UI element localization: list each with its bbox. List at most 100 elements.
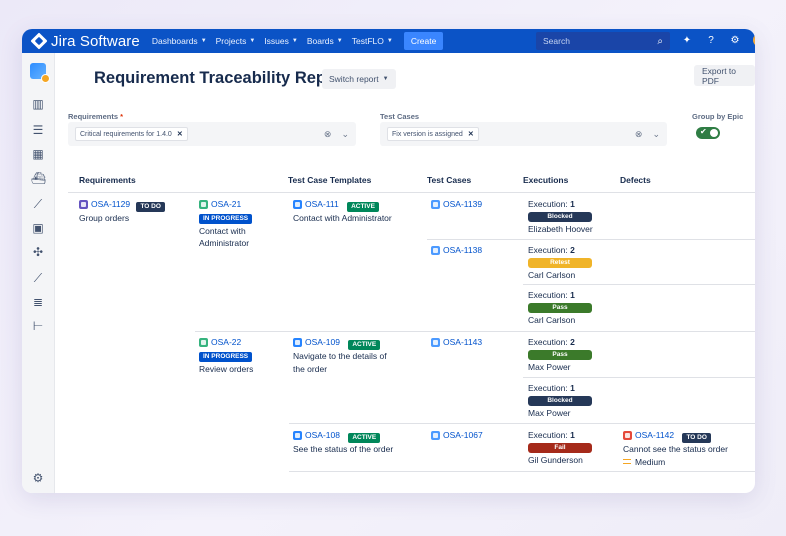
status-badge: ACTIVE <box>348 339 381 350</box>
export-pdf-button[interactable]: Export to PDF <box>694 65 755 86</box>
components-icon[interactable]: ✣ <box>31 245 45 259</box>
clear-icon[interactable]: ⊗ <box>635 129 643 140</box>
story-icon <box>199 337 208 347</box>
test-case-row: OSA-1143 <box>431 336 482 350</box>
test-case-link[interactable]: OSA-1139 <box>431 198 482 211</box>
execution-status[interactable]: Retest <box>528 257 592 268</box>
requirements-filter[interactable]: Critical requirements for 1.4.0 ✕ ⊗ ⌄ <box>68 122 356 146</box>
status-badge: IN PROGRESS <box>199 214 253 225</box>
col-executions[interactable]: Executions <box>523 175 568 185</box>
col-test-cases[interactable]: Test Cases <box>427 175 471 185</box>
story-link[interactable]: OSA-22 <box>199 336 241 349</box>
nav-projects[interactable]: Projects ▼ <box>216 36 256 46</box>
board-icon[interactable]: ▦ <box>31 147 45 161</box>
row-divider <box>523 284 755 285</box>
layers-icon[interactable]: ☰ <box>31 123 45 137</box>
row-divider <box>427 239 755 240</box>
testcases-chip: Fix version is assigned ✕ <box>387 127 479 141</box>
test-case-row: OSA-1138 <box>431 244 482 258</box>
row-divider <box>195 331 755 332</box>
create-button[interactable]: Create <box>403 32 444 50</box>
test-case-link[interactable]: OSA-1067 <box>431 429 483 442</box>
template-icon <box>293 430 302 440</box>
jira-logo-icon <box>30 32 48 50</box>
hierarchy-icon[interactable]: ⊢ <box>31 319 45 333</box>
story-summary-cont: Administrator <box>199 238 250 249</box>
sidebar: ▥ ☰ ▦ ⛴ ⟋ ▣ ✣ ⟋ ≣ ⊢ ⚙ <box>22 53 55 493</box>
settings-icon[interactable]: ⚙ <box>31 471 45 485</box>
reports-icon[interactable]: ⟋ <box>31 197 45 211</box>
story-row: OSA-22 IN PROGRESS Review orders <box>199 336 253 375</box>
nav-boards[interactable]: Boards ▼ <box>307 36 343 46</box>
col-requirements[interactable]: Requirements <box>79 175 136 185</box>
defect-link[interactable]: OSA-1142 <box>623 429 674 442</box>
story-summary: Contact with <box>199 225 246 236</box>
execution-row: Execution: 2 Retest Carl Carlson <box>528 244 592 281</box>
testcases-filter[interactable]: Fix version is assigned ✕ ⊗ ⌄ <box>380 122 667 146</box>
gear-icon[interactable]: ⚙ <box>729 35 741 46</box>
search-input[interactable]: Search ⌕ <box>536 32 670 50</box>
toggle-knob <box>710 129 718 137</box>
template-link[interactable]: OSA-108 <box>293 429 340 442</box>
execution-status[interactable]: Pass <box>528 349 592 360</box>
app-window: Jira Software Dashboards ▼ Projects ▼ Issu… <box>22 29 755 493</box>
chart-icon[interactable]: ⟋ <box>31 271 45 285</box>
chevron-down-icon[interactable]: ⌄ <box>341 129 349 140</box>
clear-icon[interactable]: ⊗ <box>324 129 332 140</box>
project-avatar[interactable] <box>30 63 50 83</box>
execution-status[interactable]: Blocked <box>528 395 592 406</box>
nav-dashboards[interactable]: Dashboards ▼ <box>152 36 207 46</box>
group-by-epic-label: Group by Epic <box>692 112 744 121</box>
epic-row: OSA-1129 TO DO Group orders <box>79 198 165 225</box>
execution-row: Execution: 1 Fail Gil Gunderson <box>528 429 592 466</box>
search-icon: ⌕ <box>657 35 663 47</box>
user-avatar[interactable] <box>753 33 755 47</box>
page-title: Requirement Traceability Report <box>94 69 348 87</box>
template-link[interactable]: OSA-109 <box>293 336 340 349</box>
test-case-icon <box>431 430 440 440</box>
remove-chip-icon[interactable]: ✕ <box>468 130 474 138</box>
search-placeholder: Search <box>543 36 570 46</box>
group-by-epic-toggle[interactable]: ✔ <box>696 127 720 139</box>
execution-user: Gil Gunderson <box>528 454 583 465</box>
test-case-link[interactable]: OSA-1143 <box>431 336 482 349</box>
status-badge: TO DO <box>136 201 165 212</box>
help-icon[interactable]: ? <box>705 35 717 46</box>
backlog-icon[interactable]: ▥ <box>31 97 45 111</box>
header-divider <box>68 192 755 193</box>
template-row: OSA-109 ACTIVE Navigate to the details o… <box>293 336 387 375</box>
remove-chip-icon[interactable]: ✕ <box>177 130 183 138</box>
defect-row: OSA-1142 TO DO Cannot see the status ord… <box>623 429 728 468</box>
notifications-icon[interactable]: ✦ <box>681 35 693 46</box>
project-badge <box>41 74 50 83</box>
template-link[interactable]: OSA-111 <box>293 198 339 211</box>
template-summary: Navigate to the details of <box>293 351 387 362</box>
test-plan-icon[interactable]: ▣ <box>31 221 45 235</box>
epic-icon <box>79 199 88 209</box>
nav-testflo[interactable]: TestFLO ▼ <box>352 36 393 46</box>
test-case-link[interactable]: OSA-1138 <box>431 244 482 257</box>
chevron-down-icon: ▼ <box>336 38 343 44</box>
execution-status[interactable]: Pass <box>528 302 592 313</box>
execution-status[interactable]: Fail <box>528 442 592 453</box>
status-badge: TO DO <box>682 432 711 443</box>
chevron-down-icon: ▼ <box>291 38 298 44</box>
story-link[interactable]: OSA-21 <box>199 198 241 211</box>
template-summary-cont: the order <box>293 363 328 374</box>
check-icon: ✔ <box>700 127 707 136</box>
execution-user: Max Power <box>528 361 571 372</box>
col-defects[interactable]: Defects <box>620 175 651 185</box>
test-case-icon <box>431 199 440 209</box>
template-icon <box>293 199 302 209</box>
col-templates[interactable]: Test Case Templates <box>288 175 371 185</box>
jira-logo[interactable]: Jira Software <box>30 32 140 50</box>
nav-issues[interactable]: Issues ▼ <box>264 36 298 46</box>
execution-status[interactable]: Blocked <box>528 211 592 222</box>
epic-link[interactable]: OSA-1129 <box>79 198 130 211</box>
row-divider <box>523 377 755 378</box>
switch-report-button[interactable]: Switch report ▼ <box>322 69 396 89</box>
chevron-down-icon[interactable]: ⌄ <box>652 129 660 140</box>
ship-icon[interactable]: ⛴ <box>31 171 46 185</box>
list-icon[interactable]: ≣ <box>31 295 45 309</box>
test-case-icon <box>431 337 440 347</box>
